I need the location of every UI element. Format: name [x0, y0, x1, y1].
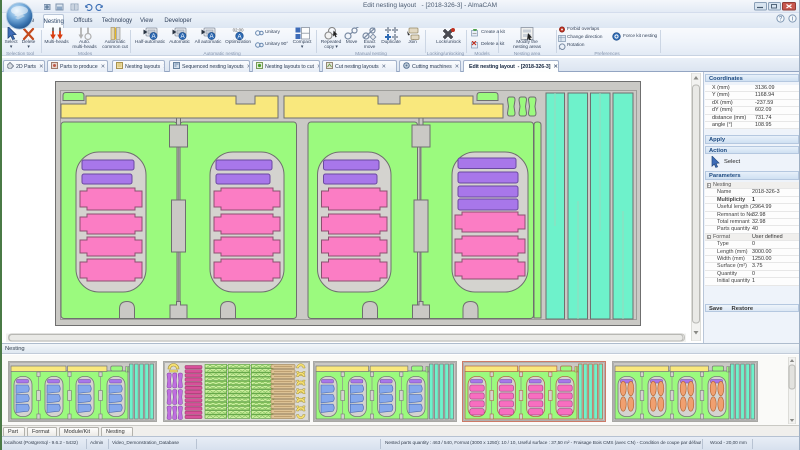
- svg-text:i: i: [792, 17, 793, 23]
- svg-text:02:00: 02:00: [232, 28, 243, 33]
